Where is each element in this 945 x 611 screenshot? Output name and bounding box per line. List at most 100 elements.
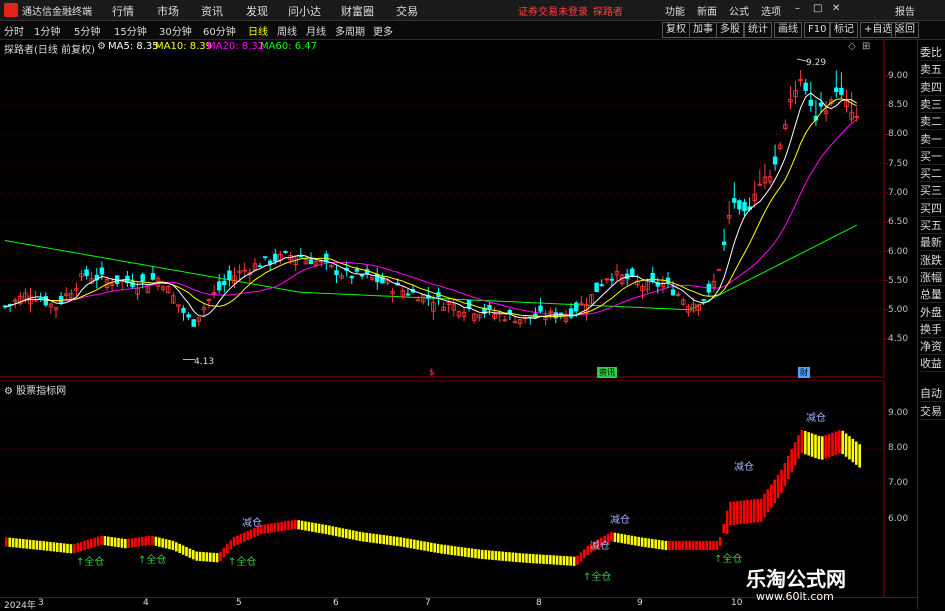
indicator-bar (341, 528, 345, 538)
indicator-bar (76, 543, 79, 553)
period-30min[interactable]: 30分钟 (159, 23, 192, 38)
panel-tab-17[interactable]: 净资 (920, 338, 945, 356)
period-daily[interactable]: 日线 (248, 23, 268, 38)
indicator-bar (695, 540, 698, 551)
indicator-bar (171, 540, 175, 550)
menu-function[interactable]: 功能 (665, 3, 685, 18)
panel-tab-9[interactable]: 买四 (920, 200, 945, 217)
panel-tab-3[interactable]: 卖三 (920, 96, 945, 113)
menu-item-markets[interactable]: 市场 (157, 3, 179, 19)
indicator-bar (841, 430, 844, 455)
panel-tab-12[interactable]: 涨跌 (920, 252, 945, 269)
indicator-bar (494, 551, 498, 561)
indicator-bar (719, 537, 722, 547)
panel-tab-14[interactable]: 总量 (920, 286, 945, 304)
indicator-bar (338, 527, 341, 537)
candle-body (599, 284, 604, 287)
btn-multi-stock[interactable]: 多股 (716, 22, 744, 38)
event-marker[interactable]: 资讯 (597, 367, 617, 378)
period-monthly[interactable]: 月线 (306, 23, 326, 38)
indicator-bar (379, 534, 382, 544)
btn-adjust[interactable]: 复权 (662, 22, 690, 38)
overlay-icon[interactable]: ⊞ (862, 41, 870, 52)
indicator-bar (365, 532, 368, 542)
x-tick: 5 (236, 598, 242, 608)
period-multi[interactable]: 多周期 (335, 23, 365, 38)
signal-reduce: 减仓 (734, 462, 754, 473)
indicator-bar (406, 538, 409, 548)
panel-tab-4[interactable]: 卖二 (920, 113, 945, 131)
panel-tab-11[interactable]: 最新 (920, 234, 945, 252)
menu-item-news[interactable]: 资讯 (201, 3, 223, 19)
panel-tab-16[interactable]: 换手 (920, 321, 945, 338)
indicator-bar (368, 533, 372, 543)
indicator-bar (362, 532, 365, 542)
event-marker[interactable]: 财 (798, 367, 810, 378)
btn-f10[interactable]: F10 (804, 22, 831, 38)
btn-overlay[interactable]: 加事 (689, 22, 717, 38)
settings-icon[interactable]: ⚙ (4, 386, 16, 397)
menu-item-market[interactable]: 行情 (112, 3, 134, 19)
btn-back[interactable]: 返回 (891, 22, 919, 38)
minimize-icon[interactable]: – (795, 3, 800, 14)
diamond-icon[interactable]: ◇ (848, 41, 856, 52)
indicator-bar (42, 541, 45, 551)
indicator-bar (797, 435, 800, 459)
menu-item-discover[interactable]: 发现 (246, 3, 268, 19)
btn-mark[interactable]: 标记 (830, 22, 858, 38)
indicator-bar (246, 531, 249, 541)
indicator-bar (266, 523, 270, 534)
panel-tab-7[interactable]: 买二 (920, 165, 945, 183)
settings-icon[interactable]: ⚙ (97, 41, 106, 52)
panel-tab-10[interactable]: 买五 (920, 217, 945, 234)
panel-tab-18[interactable]: 收益 (920, 355, 945, 373)
indicator-bar (79, 541, 83, 552)
ma10-label: MA10: 8.39 (155, 41, 213, 52)
x-tick: 8 (536, 598, 542, 608)
indicator-bar (443, 544, 447, 555)
panel-tab-13[interactable]: 涨幅 (920, 269, 945, 286)
candle-body (839, 87, 844, 95)
panel-tab-15[interactable]: 外盘 (920, 304, 945, 321)
period-5min[interactable]: 5分钟 (74, 23, 100, 38)
period-more[interactable]: 更多 (373, 23, 393, 38)
candle-body (701, 299, 706, 301)
panel-tab-0[interactable]: 委比 (920, 44, 945, 61)
menu-item-ask[interactable]: 问小达 (288, 3, 321, 19)
indicator-bar (661, 540, 664, 550)
indicator-bar (746, 500, 749, 524)
candle-body (273, 253, 278, 262)
panel-tab-6[interactable]: 买一 (920, 148, 945, 165)
panel-tab-20[interactable]: 交易 (920, 403, 945, 420)
period-15min[interactable]: 15分钟 (114, 23, 147, 38)
event-marker[interactable]: $ (429, 368, 435, 378)
btn-draw[interactable]: 画线 (774, 22, 802, 38)
menu-options[interactable]: 选项 (761, 3, 781, 18)
close-icon[interactable]: ✕ (832, 3, 840, 14)
indicator-bar (283, 521, 287, 531)
panel-tab-2[interactable]: 卖四 (920, 79, 945, 96)
menu-item-wealth[interactable]: 财富圈 (341, 3, 374, 19)
panel-tab-5[interactable]: 卖一 (920, 131, 945, 148)
btn-stats[interactable]: 统计 (744, 22, 772, 38)
panel-tab-19[interactable]: 自动 (920, 385, 945, 402)
restore-icon[interactable]: □ (813, 3, 822, 14)
menu-report[interactable]: 报告 (895, 3, 915, 18)
candlestick-chart[interactable] (0, 40, 917, 378)
menu-new-page[interactable]: 新面 (697, 3, 717, 18)
indicator-bar (739, 500, 742, 525)
indicator-bar (804, 431, 807, 455)
period-tick[interactable]: 分时 (4, 23, 24, 38)
menu-item-trade[interactable]: 交易 (396, 3, 418, 19)
indicator-bar (141, 536, 144, 547)
period-weekly[interactable]: 周线 (277, 23, 297, 38)
indicator-bar (685, 540, 688, 551)
indicator-bar (508, 552, 511, 562)
period-60min[interactable]: 60分钟 (203, 23, 236, 38)
panel-tab-1[interactable]: 卖五 (920, 61, 945, 79)
indicator-bar (22, 539, 25, 549)
period-1min[interactable]: 1分钟 (34, 23, 60, 38)
panel-tab-8[interactable]: 买三 (920, 182, 945, 200)
indicator-bar (317, 523, 321, 533)
menu-formula[interactable]: 公式 (729, 3, 749, 18)
